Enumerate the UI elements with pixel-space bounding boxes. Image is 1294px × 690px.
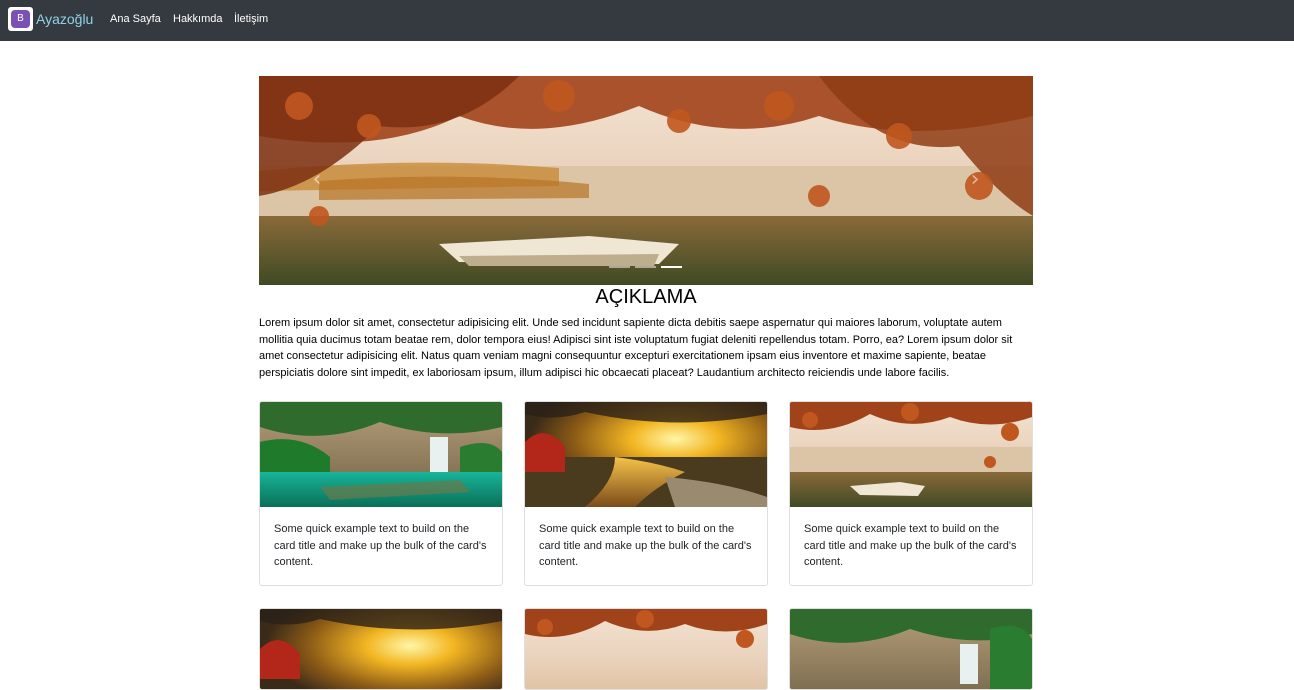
carousel-indicator-1[interactable]: [609, 266, 630, 268]
brand-name[interactable]: Ayazoğlu: [36, 11, 93, 27]
carousel-indicator-2[interactable]: [635, 266, 656, 268]
card-image-waterfall: [790, 609, 1032, 689]
chevron-left-icon[interactable]: ‹: [307, 168, 327, 192]
card-body: Some quick example text to build on the …: [274, 523, 487, 568]
card-body: Some quick example text to build on the …: [804, 523, 1017, 568]
card-body: Some quick example text to build on the …: [539, 523, 752, 568]
brand[interactable]: B Ayazoğlu: [8, 7, 93, 31]
card: [259, 608, 503, 690]
card: [524, 608, 768, 690]
section-heading: AÇIKLAMA: [595, 286, 697, 308]
image-carousel[interactable]: ‹ ›: [259, 76, 1033, 285]
navbar: B Ayazoğlu Ana Sayfa Hakkımda İletişim: [0, 0, 1294, 41]
carousel-indicator-3[interactable]: [661, 266, 682, 268]
card: [789, 608, 1033, 690]
card-image-autumn-lake: [790, 402, 1032, 507]
card-image-waterfall: [260, 402, 502, 507]
card-image-sunset: [260, 609, 502, 689]
nav-link-ana-sayfa[interactable]: Ana Sayfa: [110, 13, 161, 25]
nav-link-iletisim[interactable]: İletişim: [234, 13, 268, 25]
description-paragraph: Lorem ipsum dolor sit amet, consectetur …: [259, 317, 1013, 379]
carousel-slide-image: [259, 76, 1033, 285]
card: Some quick example text to build on the …: [259, 401, 503, 586]
chevron-right-icon[interactable]: ›: [965, 168, 985, 192]
carousel-indicators: [609, 266, 682, 268]
card-image-autumn-lake: [525, 609, 767, 689]
brand-logo-letter: B: [11, 10, 30, 28]
card-image-sunset: [525, 402, 767, 507]
card: Some quick example text to build on the …: [524, 401, 768, 586]
nav-link-hakkimda[interactable]: Hakkımda: [173, 13, 223, 25]
card: Some quick example text to build on the …: [789, 401, 1033, 586]
bootstrap-logo-icon: B: [8, 7, 33, 31]
